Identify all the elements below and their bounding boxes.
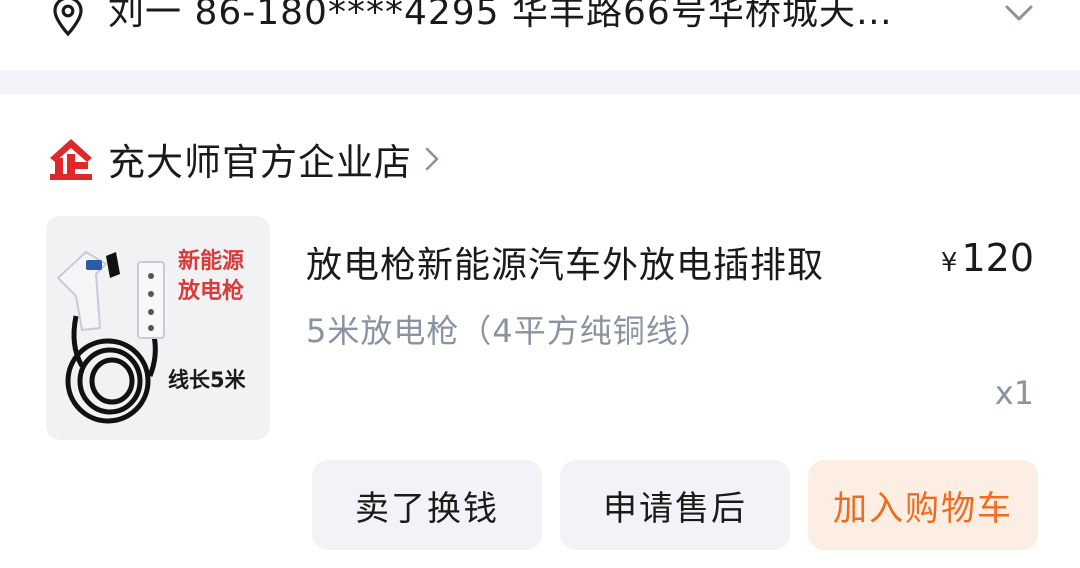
currency-symbol: ¥ xyxy=(940,248,958,278)
address-bar[interactable]: 刘一 86-180****4295 华丰路66号华桥城天… xyxy=(0,0,1080,70)
shop-name: 充大师官方企业店 xyxy=(108,141,412,184)
section-divider xyxy=(0,70,1080,94)
order-card: 充大师官方企业店 新能源 放电枪 线长5米 放电枪新能源汽车外放电插排取 ¥12… xyxy=(0,94,1080,568)
chevron-down-icon[interactable] xyxy=(1002,0,1036,30)
enterprise-badge-icon xyxy=(50,139,92,180)
location-pin-icon xyxy=(53,0,83,37)
sell-button[interactable]: 卖了换钱 xyxy=(312,460,542,550)
price-value: 120 xyxy=(961,236,1034,280)
delivery-address: 刘一 86-180****4295 华丰路66号华桥城天… xyxy=(108,0,893,33)
shop-link[interactable]: 充大师官方企业店 xyxy=(46,132,442,186)
product-title[interactable]: 放电枪新能源汽车外放电插排取 xyxy=(306,236,824,288)
product-image[interactable]: 新能源 放电枪 线长5米 xyxy=(46,216,270,440)
add-to-cart-button[interactable]: 加入购物车 xyxy=(808,460,1038,550)
after-sale-button[interactable]: 申请售后 xyxy=(560,460,790,550)
product-price: ¥120 xyxy=(941,236,1034,280)
image-text-cable-length: 线长5米 xyxy=(168,368,246,392)
chevron-right-icon xyxy=(425,147,439,171)
image-text-new-energy: 新能源 xyxy=(178,249,245,274)
image-text-discharge-gun: 放电枪 xyxy=(178,279,245,304)
product-quantity: x1 xyxy=(994,374,1034,412)
product-spec: 5米放电枪（4平方纯铜线） xyxy=(306,312,712,350)
